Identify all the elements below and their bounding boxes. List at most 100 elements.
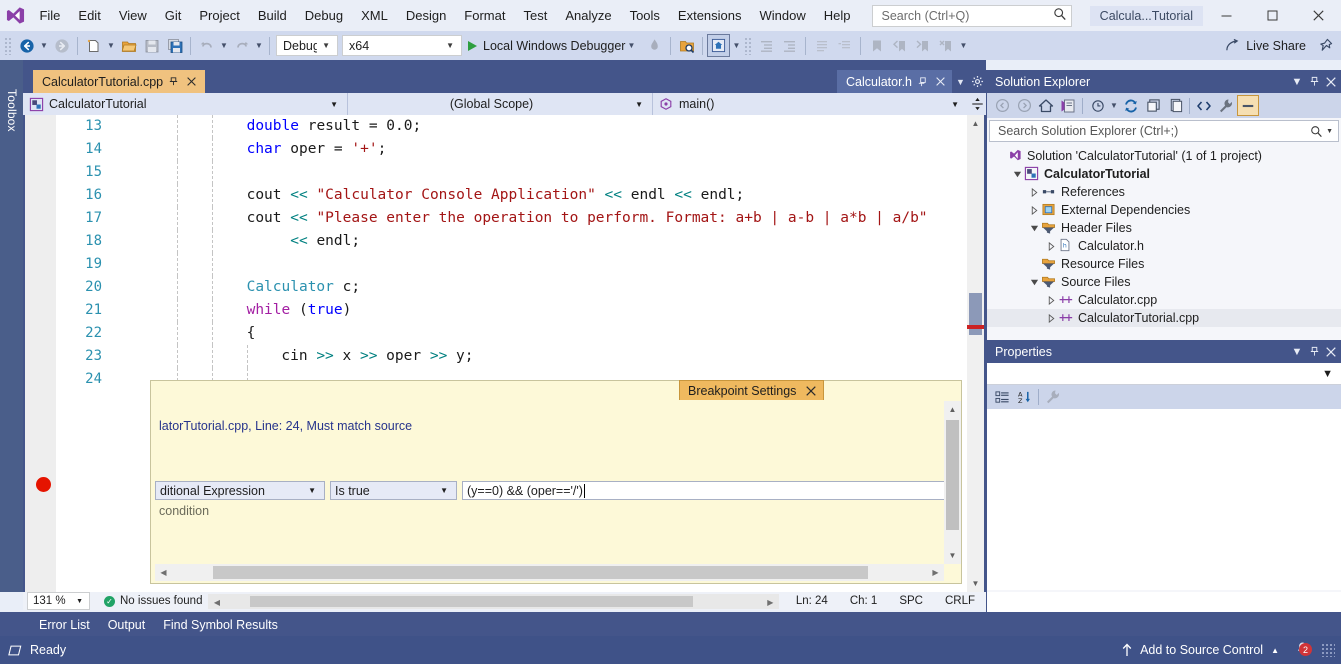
popup-horizontal-scrollbar[interactable]: ◀ ▶ [155,564,944,581]
chevron-collapsed-icon[interactable] [1027,201,1041,219]
scrollbar-thumb[interactable] [250,595,694,607]
scroll-down-icon[interactable]: ▼ [967,575,984,592]
resize-grip-icon[interactable] [1321,643,1335,657]
toolbar-overflow-icon[interactable]: ▼ [730,34,742,57]
navigate-back-dropdown-icon[interactable]: ▼ [38,34,50,57]
code-view-icon[interactable] [1193,95,1215,116]
live-share-button[interactable]: Live Share [1217,34,1314,57]
menu-window[interactable]: Window [751,0,815,31]
breakpoint-settings-header[interactable]: Breakpoint Settings [679,380,825,400]
find-in-files-icon[interactable] [675,34,698,57]
toolbar-overflow-icon[interactable]: ▼ [957,34,969,57]
search-input[interactable] [879,6,1053,25]
indent-icon[interactable] [778,34,801,57]
scroll-up-icon[interactable]: ▲ [944,401,961,418]
solution-configuration-combo[interactable]: Debug ▼ [276,35,338,56]
code-line[interactable]: 18 << endl; [25,230,984,253]
toolbar-grip[interactable] [4,36,13,55]
chevron-down-icon[interactable]: ▼ [1323,128,1336,135]
close-icon[interactable] [1323,72,1339,92]
scroll-right-icon[interactable]: ▶ [762,594,779,611]
collapse-all-icon[interactable] [1142,95,1164,116]
menu-xml[interactable]: XML [352,0,397,31]
scroll-down-icon[interactable]: ▼ [944,547,961,564]
tree-node[interactable]: External Dependencies [987,201,1341,219]
tree-node[interactable]: Solution 'CalculatorTutorial' (1 of 1 pr… [987,147,1341,165]
pin-icon[interactable] [1306,72,1322,92]
tree-node[interactable]: h Calculator.h [987,237,1341,255]
code-line[interactable]: 19 [25,253,984,276]
scrollbar-thumb[interactable] [213,566,868,579]
editor-vertical-scrollbar[interactable]: ▲ ▼ [967,115,984,592]
code-line[interactable]: 20 Calculator c; [25,276,984,299]
code-line[interactable]: 14 char oper = '+'; [25,138,984,161]
menu-tools[interactable]: Tools [621,0,669,31]
toolbox-tab[interactable]: Toolbox [0,72,23,148]
bookmark-icon[interactable] [865,34,888,57]
add-to-source-control-button[interactable]: Add to Source Control ▲ [1115,643,1285,657]
chevron-expanded-icon[interactable] [1010,165,1024,183]
uncomment-icon[interactable] [833,34,856,57]
wrench-icon[interactable] [1215,95,1237,116]
home-icon[interactable] [1035,95,1057,116]
tree-node[interactable]: + + CalculatorTutorial.cpp [987,309,1341,327]
outdent-icon[interactable] [755,34,778,57]
navbar-scope-combo[interactable]: (Global Scope) ▼ [348,93,653,115]
condition-expression-input[interactable]: (y==0) && (oper=='/') [462,481,960,500]
redo-dropdown-icon[interactable]: ▼ [253,34,265,57]
zoom-level-combo[interactable]: 131 % ▼ [27,592,90,610]
solution-explorer-search-input[interactable] [996,123,1311,139]
notifications-button[interactable]: 2 [1285,641,1319,659]
menu-analyze[interactable]: Analyze [556,0,620,31]
tab-calculatortutorial-cpp[interactable]: CalculatorTutorial.cpp [33,70,206,93]
scroll-left-icon[interactable]: ◀ [155,564,172,581]
chevron-collapsed-icon[interactable] [1027,183,1041,201]
chevron-collapsed-icon[interactable] [1044,309,1058,327]
toolbar-grip[interactable] [744,36,754,55]
indent-mode[interactable]: SPC [899,595,923,607]
pending-changes-icon[interactable] [1057,95,1079,116]
next-bookmark-icon[interactable] [911,34,934,57]
condition-type-select[interactable]: ditional Expression ▼ [155,481,325,500]
issues-indicator[interactable]: ✓ No issues found [104,595,202,607]
code-line[interactable]: 22 { [25,322,984,345]
tab-output[interactable]: Output [99,616,155,636]
comment-icon[interactable] [810,34,833,57]
chevron-down-icon[interactable]: ▼ [1289,72,1305,92]
undo-icon[interactable] [195,34,218,57]
menu-extensions[interactable]: Extensions [669,0,751,31]
tree-node[interactable]: Header Files [987,219,1341,237]
tree-node[interactable]: CalculatorTutorial [987,165,1341,183]
menu-debug[interactable]: Debug [296,0,352,31]
undo-dropdown-icon[interactable]: ▼ [218,34,230,57]
menu-view[interactable]: View [110,0,156,31]
menu-test[interactable]: Test [514,0,556,31]
chevron-down-icon[interactable]: ▼ [625,34,637,57]
menu-project[interactable]: Project [190,0,248,31]
solution-tree[interactable]: Solution 'CalculatorTutorial' (1 of 1 pr… [987,144,1341,327]
menu-help[interactable]: Help [815,0,860,31]
menu-git[interactable]: Git [156,0,191,31]
menu-build[interactable]: Build [249,0,296,31]
line-ending[interactable]: CRLF [945,595,975,607]
pin-icon[interactable] [166,73,181,91]
scrollbar-thumb[interactable] [946,420,959,530]
clear-bookmarks-icon[interactable] [934,34,957,57]
history-icon[interactable] [1086,95,1108,116]
close-icon[interactable] [1295,0,1341,31]
condition-comparison-select[interactable]: Is true ▼ [330,481,457,500]
menu-edit[interactable]: Edit [69,0,109,31]
start-debugging-button[interactable]: Local Windows Debugger ▼ [464,34,643,57]
pin-icon[interactable] [1314,34,1337,57]
minimize-icon[interactable] [1203,0,1249,31]
hot-reload-icon[interactable] [643,34,666,57]
home-solution-icon[interactable] [707,34,731,57]
show-all-files-icon[interactable] [1164,95,1186,116]
chevron-collapsed-icon[interactable] [1044,237,1058,255]
popup-vertical-scrollbar[interactable]: ▲ ▼ [944,401,961,564]
pin-icon[interactable] [1306,342,1322,362]
gear-icon[interactable] [969,70,986,93]
categorized-view-icon[interactable] [991,387,1013,408]
alphabetical-sort-icon[interactable]: A Z [1013,387,1035,408]
tree-node[interactable]: Source Files [987,273,1341,291]
